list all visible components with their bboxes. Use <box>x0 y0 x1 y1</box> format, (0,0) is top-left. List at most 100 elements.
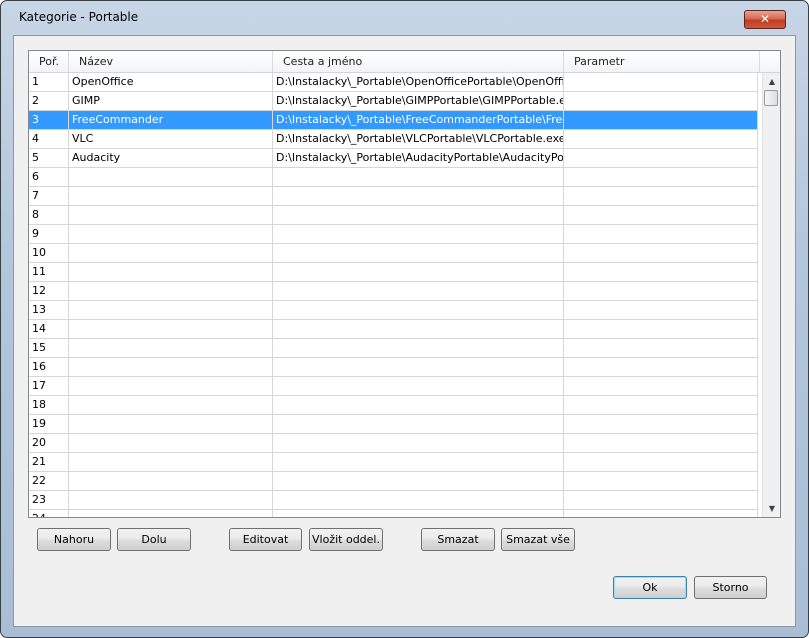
table-row[interactable]: 22 <box>29 472 758 491</box>
row-order-cell[interactable]: 17 <box>29 377 69 395</box>
row-parameter-cell[interactable] <box>564 491 758 509</box>
row-order-cell[interactable]: 7 <box>29 187 69 205</box>
row-order-cell[interactable]: 15 <box>29 339 69 357</box>
move-up-button[interactable]: Nahoru <box>37 528 111 551</box>
ok-button[interactable]: Ok <box>613 576 687 599</box>
close-button[interactable]: ✕ <box>744 10 786 29</box>
row-name-cell[interactable] <box>69 187 273 205</box>
row-order-cell[interactable]: 1 <box>29 73 69 91</box>
scroll-down-icon[interactable]: ▼ <box>763 500 780 517</box>
table-row[interactable]: 20 <box>29 434 758 453</box>
row-order-cell[interactable]: 21 <box>29 453 69 471</box>
row-path-cell[interactable]: D:\Instalacky\_Portable\AudacityPortable… <box>273 149 564 167</box>
row-name-cell[interactable] <box>69 301 273 319</box>
row-parameter-cell[interactable] <box>564 206 758 224</box>
row-path-cell[interactable]: D:\Instalacky\_Portable\OpenOfficePortab… <box>273 73 564 91</box>
row-parameter-cell[interactable] <box>564 453 758 471</box>
insert-separator-button[interactable]: Vložit oddel. <box>309 528 383 551</box>
row-name-cell[interactable] <box>69 168 273 186</box>
row-order-cell[interactable]: 3 <box>29 111 69 129</box>
row-name-cell[interactable] <box>69 358 273 376</box>
row-path-cell[interactable] <box>273 358 564 376</box>
row-parameter-cell[interactable] <box>564 263 758 281</box>
row-path-cell[interactable] <box>273 339 564 357</box>
row-name-cell[interactable] <box>69 263 273 281</box>
table-row[interactable]: 13 <box>29 301 758 320</box>
table-row[interactable]: 23 <box>29 491 758 510</box>
table-row[interactable]: 16 <box>29 358 758 377</box>
row-path-cell[interactable] <box>273 168 564 186</box>
row-parameter-cell[interactable] <box>564 415 758 433</box>
cancel-button[interactable]: Storno <box>694 576 767 599</box>
row-path-cell[interactable] <box>273 206 564 224</box>
move-down-button[interactable]: Dolu <box>117 528 191 551</box>
row-name-cell[interactable] <box>69 453 273 471</box>
row-order-cell[interactable]: 4 <box>29 130 69 148</box>
column-header-path[interactable]: Cesta a jméno <box>273 51 564 72</box>
table-row[interactable]: 4 VLC D:\Instalacky\_Portable\VLCPortable\… <box>29 130 758 149</box>
row-path-cell[interactable] <box>273 491 564 509</box>
row-name-cell[interactable] <box>69 510 273 517</box>
row-order-cell[interactable]: 5 <box>29 149 69 167</box>
row-parameter-cell[interactable] <box>564 282 758 300</box>
row-order-cell[interactable]: 20 <box>29 434 69 452</box>
title-bar[interactable]: Kategorie - Portable ✕ <box>1 1 808 35</box>
row-parameter-cell[interactable] <box>564 111 758 129</box>
row-path-cell[interactable]: D:\Instalacky\_Portable\GIMPPortable\GIM… <box>273 92 564 110</box>
table-row[interactable]: 10 <box>29 244 758 263</box>
row-path-cell[interactable] <box>273 453 564 471</box>
table-row[interactable]: 21 <box>29 453 758 472</box>
row-name-cell[interactable] <box>69 434 273 452</box>
table-row[interactable]: 24 <box>29 510 758 517</box>
row-name-cell[interactable] <box>69 377 273 395</box>
row-path-cell[interactable] <box>273 377 564 395</box>
row-order-cell[interactable]: 18 <box>29 396 69 414</box>
row-parameter-cell[interactable] <box>564 358 758 376</box>
scroll-up-icon[interactable]: ▲ <box>763 73 780 90</box>
row-order-cell[interactable]: 16 <box>29 358 69 376</box>
row-parameter-cell[interactable] <box>564 130 758 148</box>
table-row[interactable]: 18 <box>29 396 758 415</box>
row-order-cell[interactable]: 14 <box>29 320 69 338</box>
table-row[interactable]: 6 <box>29 168 758 187</box>
table-row[interactable]: 14 <box>29 320 758 339</box>
row-name-cell[interactable] <box>69 282 273 300</box>
row-name-cell[interactable]: FreeCommander <box>69 111 273 129</box>
table-row[interactable]: 19 <box>29 415 758 434</box>
table-row[interactable]: 2 GIMP D:\Instalacky\_Portable\GIMPPortabl… <box>29 92 758 111</box>
row-parameter-cell[interactable] <box>564 510 758 517</box>
row-order-cell[interactable]: 9 <box>29 225 69 243</box>
table-row[interactable]: 12 <box>29 282 758 301</box>
row-path-cell[interactable]: D:\Instalacky\_Portable\FreeCommanderPor… <box>273 111 564 129</box>
table-row[interactable]: 17 <box>29 377 758 396</box>
table-row[interactable]: 9 <box>29 225 758 244</box>
row-order-cell[interactable]: 19 <box>29 415 69 433</box>
row-name-cell[interactable] <box>69 472 273 490</box>
delete-button[interactable]: Smazat <box>421 528 495 551</box>
row-parameter-cell[interactable] <box>564 168 758 186</box>
row-name-cell[interactable] <box>69 396 273 414</box>
scroll-thumb[interactable] <box>764 90 778 106</box>
column-header-parameter[interactable]: Parametr <box>564 51 760 72</box>
row-parameter-cell[interactable] <box>564 225 758 243</box>
category-grid[interactable]: Poř. Název Cesta a jméno Parametr 1 OpenO… <box>28 50 781 518</box>
row-name-cell[interactable]: Audacity <box>69 149 273 167</box>
row-path-cell[interactable] <box>273 244 564 262</box>
row-order-cell[interactable]: 11 <box>29 263 69 281</box>
vertical-scrollbar[interactable]: ▲ ▼ <box>762 73 780 517</box>
table-row[interactable]: 5 Audacity D:\Instalacky\_Portable\Audacit… <box>29 149 758 168</box>
row-parameter-cell[interactable] <box>564 301 758 319</box>
table-row[interactable]: 7 <box>29 187 758 206</box>
row-order-cell[interactable]: 8 <box>29 206 69 224</box>
row-name-cell[interactable]: OpenOffice <box>69 73 273 91</box>
row-order-cell[interactable]: 12 <box>29 282 69 300</box>
row-name-cell[interactable] <box>69 244 273 262</box>
row-path-cell[interactable] <box>273 282 564 300</box>
row-path-cell[interactable] <box>273 396 564 414</box>
row-order-cell[interactable]: 2 <box>29 92 69 110</box>
table-row[interactable]: 15 <box>29 339 758 358</box>
row-parameter-cell[interactable] <box>564 396 758 414</box>
row-parameter-cell[interactable] <box>564 244 758 262</box>
row-path-cell[interactable] <box>273 320 564 338</box>
row-order-cell[interactable]: 6 <box>29 168 69 186</box>
